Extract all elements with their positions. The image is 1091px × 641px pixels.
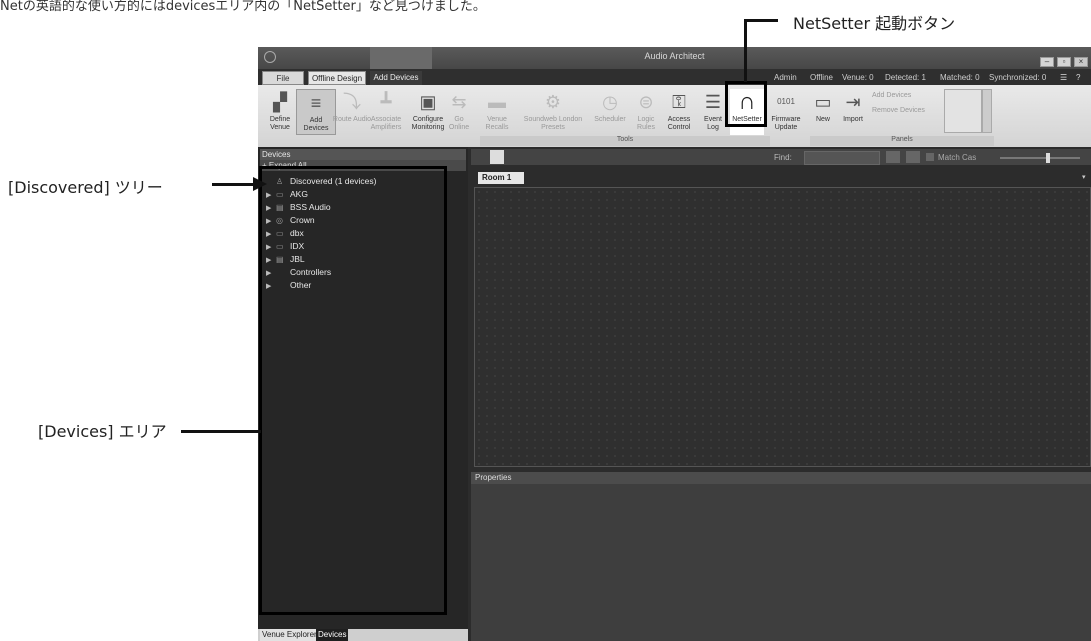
tab-add-devices[interactable]: Add Devices: [370, 71, 422, 85]
top-caption: Netの英語的な使い方的にはdevicesエリア内の「NetSetter」など見…: [0, 0, 486, 14]
netsetter-highlight-box: [725, 81, 767, 127]
add-devices-button[interactable]: ≡ Add Devices: [296, 89, 336, 135]
help-icon[interactable]: ?: [1076, 73, 1080, 82]
maximize-icon[interactable]: ▫: [1057, 57, 1071, 67]
tab-dropdown-icon[interactable]: ▾: [1082, 173, 1086, 181]
status-detected: Detected: 1: [885, 73, 926, 82]
list-icon[interactable]: ☰: [1060, 73, 1067, 82]
panels-group-label: Panels: [810, 136, 994, 146]
configure-monitoring-icon: ▣: [419, 92, 437, 112]
arrow-head-icon: [253, 177, 267, 191]
status-offline: Offline: [810, 73, 833, 82]
status-admin[interactable]: Admin: [774, 73, 797, 82]
logic-rules-icon: ⊜: [638, 92, 654, 112]
new-panel-icon: ▭: [814, 92, 832, 112]
status-venue: Venue: 0: [842, 73, 874, 82]
tools-group-label: Tools: [480, 136, 770, 146]
scheduler-button[interactable]: ◷ Scheduler: [592, 89, 628, 135]
new-panel-button[interactable]: ▭ New: [810, 89, 836, 135]
venue-recalls-icon: ▬: [488, 92, 506, 112]
tab-room-1[interactable]: Room 1: [478, 172, 524, 184]
zoom-slider-thumb[interactable]: [1046, 153, 1050, 163]
add-panel-devices-button[interactable]: Add Devices: [872, 92, 911, 99]
window-title: Audio Architect: [644, 51, 705, 61]
add-devices-icon: ≡: [310, 93, 322, 113]
zoom-slider[interactable]: [1000, 157, 1080, 159]
find-next-icon[interactable]: [906, 151, 920, 163]
venue-recalls-button[interactable]: ▬ Venue Recalls: [480, 89, 514, 135]
presets-button[interactable]: ⚙ Soundweb London Presets: [520, 89, 586, 135]
devices-area-callout-line: [181, 430, 261, 433]
define-venue-icon: ▞: [273, 92, 287, 112]
discovered-annotation: [Discovered] ツリー: [8, 178, 163, 197]
netsetter-callout-line-h: [744, 19, 778, 22]
minimize-icon[interactable]: –: [1040, 57, 1054, 67]
firmware-update-button[interactable]: 0101 Firmware Update: [768, 89, 804, 135]
tab-file[interactable]: File: [262, 71, 304, 85]
devices-area-highlight-box: [259, 166, 447, 615]
associate-amplifiers-icon: ┻: [380, 92, 392, 112]
tab-devices[interactable]: Devices: [316, 629, 349, 641]
close-icon[interactable]: ×: [1074, 57, 1088, 67]
firmware-icon: 0101: [777, 97, 795, 106]
event-log-icon: ☰: [704, 92, 722, 112]
find-label: Find:: [774, 153, 792, 162]
discovered-arrow-line: [212, 183, 258, 186]
netsetter-annotation: NetSetter 起動ボタン: [793, 14, 956, 33]
layout-icon[interactable]: [490, 150, 504, 164]
import-icon: ⇥: [845, 92, 861, 112]
tab-offline-design[interactable]: Offline Design: [308, 71, 366, 85]
status-synchronized: Synchronized: 0: [989, 73, 1047, 82]
panel-gallery-scrollbar[interactable]: [982, 89, 992, 133]
access-control-button[interactable]: ⚿ Access Control: [662, 89, 696, 135]
match-case-label: Match Cas: [938, 153, 977, 162]
find-prev-icon[interactable]: [886, 151, 900, 163]
design-canvas[interactable]: [474, 187, 1091, 467]
logic-rules-button[interactable]: ⊜ Logic Rules: [632, 89, 660, 135]
scheduler-icon: ◷: [602, 92, 618, 112]
devices-area-annotation: [Devices] エリア: [38, 422, 167, 441]
title-bar: Audio Architect – ▫ ×: [258, 47, 1091, 69]
event-log-button[interactable]: ☰ Event Log: [698, 89, 728, 135]
associate-amplifiers-button[interactable]: ┻ Associate Amplifiers: [366, 89, 406, 135]
import-button[interactable]: ⇥ Import: [838, 89, 868, 135]
presets-icon: ⚙: [544, 92, 562, 112]
status-matched: Matched: 0: [940, 73, 980, 82]
match-case-checkbox[interactable]: [926, 153, 934, 161]
tab-venue-explorer[interactable]: Venue Explorer: [260, 629, 319, 641]
define-venue-button[interactable]: ▞ Define Venue: [260, 89, 300, 135]
devices-panel-header: Devices: [260, 149, 466, 160]
access-control-icon: ⚿: [672, 92, 686, 112]
go-online-icon: ⇆: [451, 92, 467, 112]
go-online-button[interactable]: ⇆ Go Online: [444, 89, 474, 135]
panel-gallery[interactable]: [944, 89, 982, 133]
properties-header: Properties: [471, 472, 1091, 484]
netsetter-callout-line: [744, 19, 747, 82]
properties-panel: [471, 484, 1091, 641]
route-audio-icon: ⤵: [343, 92, 361, 112]
configure-monitoring-button[interactable]: ▣ Configure Monitoring: [408, 89, 448, 135]
find-input[interactable]: [804, 151, 880, 165]
remove-panel-devices-button[interactable]: Remove Devices: [872, 107, 925, 114]
